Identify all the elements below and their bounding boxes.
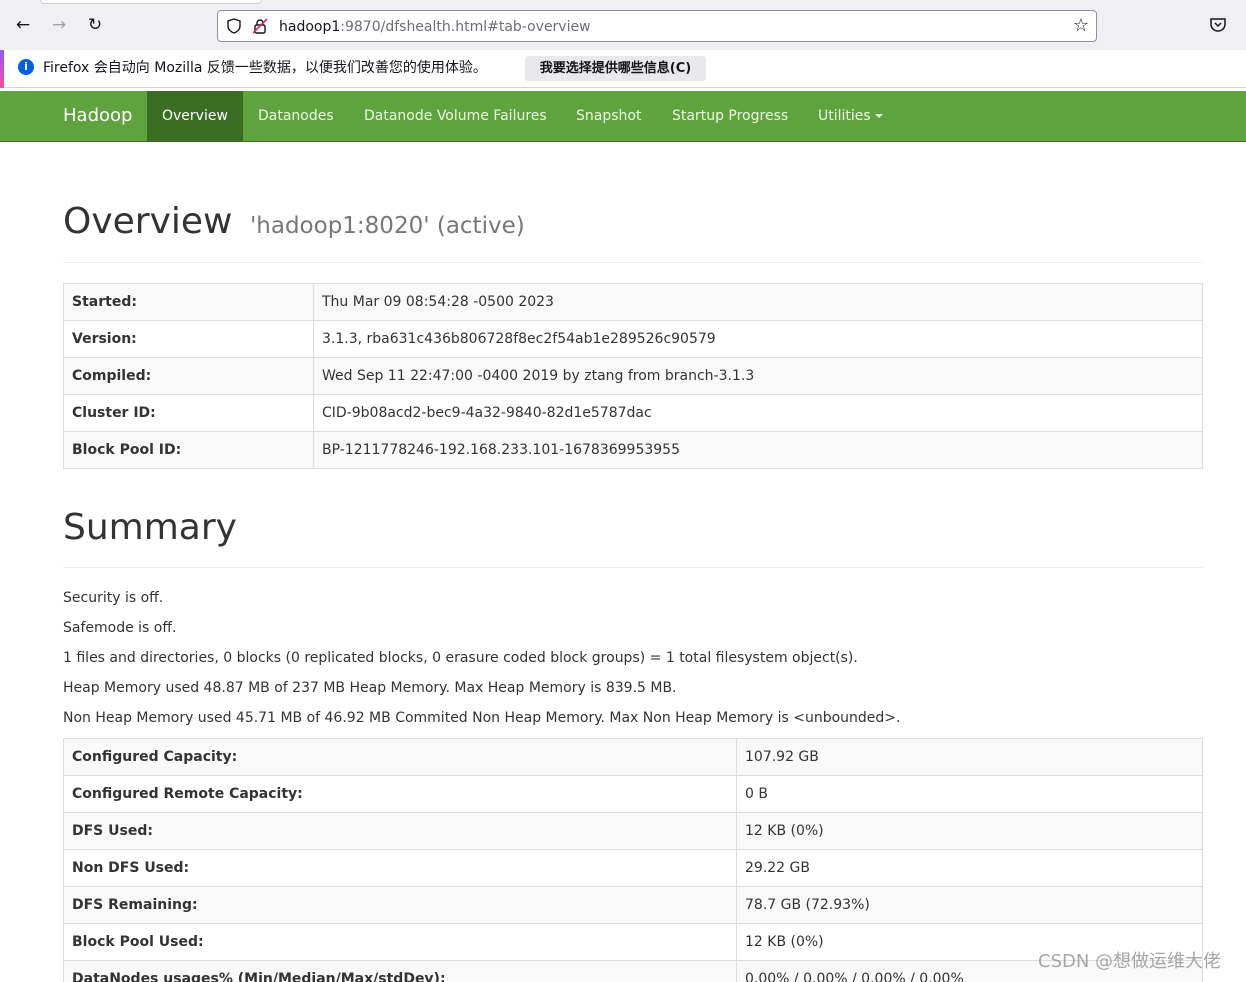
row-key: Non DFS Used: [63,849,737,887]
row-value: 78.7 GB (72.93%) [736,886,1203,924]
data-reporting-notification: i Firefox 会自动向 Mozilla 反馈一些数据，以便我们改善您的使用… [0,50,1246,88]
summary-divider [63,567,1203,568]
nav-snapshot[interactable]: Snapshot [561,91,656,142]
browser-toolbar: ← → ↻ hadoop1:9870/dfshealth.html#tab-ov… [0,0,1246,50]
table-row: Block Pool Used: 12 KB (0%) [63,923,1203,961]
row-key: Block Pool ID: [63,431,314,469]
row-value: 3.1.3, rba631c436b806728f8ec2f54ab1e2895… [313,320,1203,358]
table-row: Version: 3.1.3, rba631c436b806728f8ec2f54… [63,320,1203,358]
table-row: Configured Capacity: 107.92 GB [63,738,1203,776]
address-bar[interactable]: hadoop1:9870/dfshealth.html#tab-overview… [217,10,1097,42]
safemode-status: Safemode is off. [63,620,177,636]
browser-tab[interactable] [40,0,262,4]
url-text: hadoop1:9870/dfshealth.html#tab-overview [279,18,591,36]
nav-startup-progress[interactable]: Startup Progress [657,91,803,142]
row-key: Configured Remote Capacity: [63,775,737,813]
row-key: Cluster ID: [63,394,314,432]
table-row: Started: Thu Mar 09 08:54:28 -0500 2023 [63,283,1203,321]
row-key: Block Pool Used: [63,923,737,961]
overview-heading: Overview 'hadoop1:8020' (active) [63,200,525,248]
summary-heading: Summary [63,507,237,548]
back-arrow-icon[interactable]: ← [12,14,34,36]
table-row: Block Pool ID: BP-1211778246-192.168.233.… [63,431,1203,469]
heap-memory: Heap Memory used 48.87 MB of 237 MB Heap… [63,680,677,696]
row-key: Version: [63,320,314,358]
forward-arrow-icon[interactable]: → [48,14,70,36]
bookmark-star-icon[interactable]: ☆ [1073,16,1089,36]
csdn-watermark: CSDN @想做运维大佬 [1038,951,1222,972]
nav-utilities-dropdown[interactable]: Utilities [803,91,898,142]
tracking-shield-icon[interactable] [226,18,242,34]
overview-title: Overview [63,201,233,242]
row-value: BP-1211778246-192.168.233.101-1678369953… [313,431,1203,469]
url-path: :9870/dfshealth.html#tab-overview [340,19,591,35]
filesystem-objects: 1 files and directories, 0 blocks (0 rep… [63,650,858,666]
row-value: 0 B [736,775,1203,813]
row-value: CID-9b08acd2-bec9-4a32-9840-82d1e5787dac [313,394,1203,432]
navbar-brand[interactable]: Hadoop [63,105,132,127]
table-row: DFS Used: 12 KB (0%) [63,812,1203,850]
hadoop-navbar: Hadoop Overview Datanodes Datanode Volum… [0,91,1246,142]
row-key: DFS Used: [63,812,737,850]
reload-icon[interactable]: ↻ [84,14,106,36]
pocket-icon[interactable] [1209,17,1227,33]
nav-overview[interactable]: Overview [147,91,243,142]
non-heap-memory: Non Heap Memory used 45.71 MB of 46.92 M… [63,710,901,726]
table-row: Non DFS Used: 29.22 GB [63,849,1203,887]
table-row: Cluster ID: CID-9b08acd2-bec9-4a32-9840-8… [63,394,1203,432]
row-key: DataNodes usages% (Min/Median/Max/stdDev… [63,960,737,982]
table-row: DFS Remaining: 78.7 GB (72.93%) [63,886,1203,924]
nav-datanodes[interactable]: Datanodes [243,91,349,142]
row-value: 107.92 GB [736,738,1203,776]
row-key: DFS Remaining: [63,886,737,924]
row-value: Wed Sep 11 22:47:00 -0400 2019 by ztang … [313,357,1203,395]
row-value: Thu Mar 09 08:54:28 -0500 2023 [313,283,1203,321]
security-status: Security is off. [63,590,164,606]
url-host: hadoop1 [279,19,341,35]
row-key: Started: [63,283,314,321]
caret-down-icon [874,114,883,118]
insecure-lock-icon[interactable] [252,18,268,34]
overview-subtitle: 'hadoop1:8020' (active) [249,213,525,239]
table-row: Compiled: Wed Sep 11 22:47:00 -0400 2019 … [63,357,1203,395]
row-key: Configured Capacity: [63,738,737,776]
overview-table: Started: Thu Mar 09 08:54:28 -0500 2023 V… [63,283,1203,469]
capacity-table: Configured Capacity: 107.92 GB Configured… [63,738,1203,982]
info-icon: i [18,59,34,75]
row-value: 12 KB (0%) [736,812,1203,850]
nav-datanode-volume-failures[interactable]: Datanode Volume Failures [349,91,562,142]
overview-divider [63,262,1203,263]
notification-accent-stripe [0,50,4,88]
table-row: Configured Remote Capacity: 0 B [63,775,1203,813]
table-row: DataNodes usages% (Min/Median/Max/stdDev… [63,960,1203,982]
choose-data-button[interactable]: 我要选择提供哪些信息(C) [525,56,706,81]
notification-message: Firefox 会自动向 Mozilla 反馈一些数据，以便我们改善您的使用体验… [43,60,487,76]
row-value: 29.22 GB [736,849,1203,887]
row-key: Compiled: [63,357,314,395]
nav-utilities-label: Utilities [818,108,871,124]
